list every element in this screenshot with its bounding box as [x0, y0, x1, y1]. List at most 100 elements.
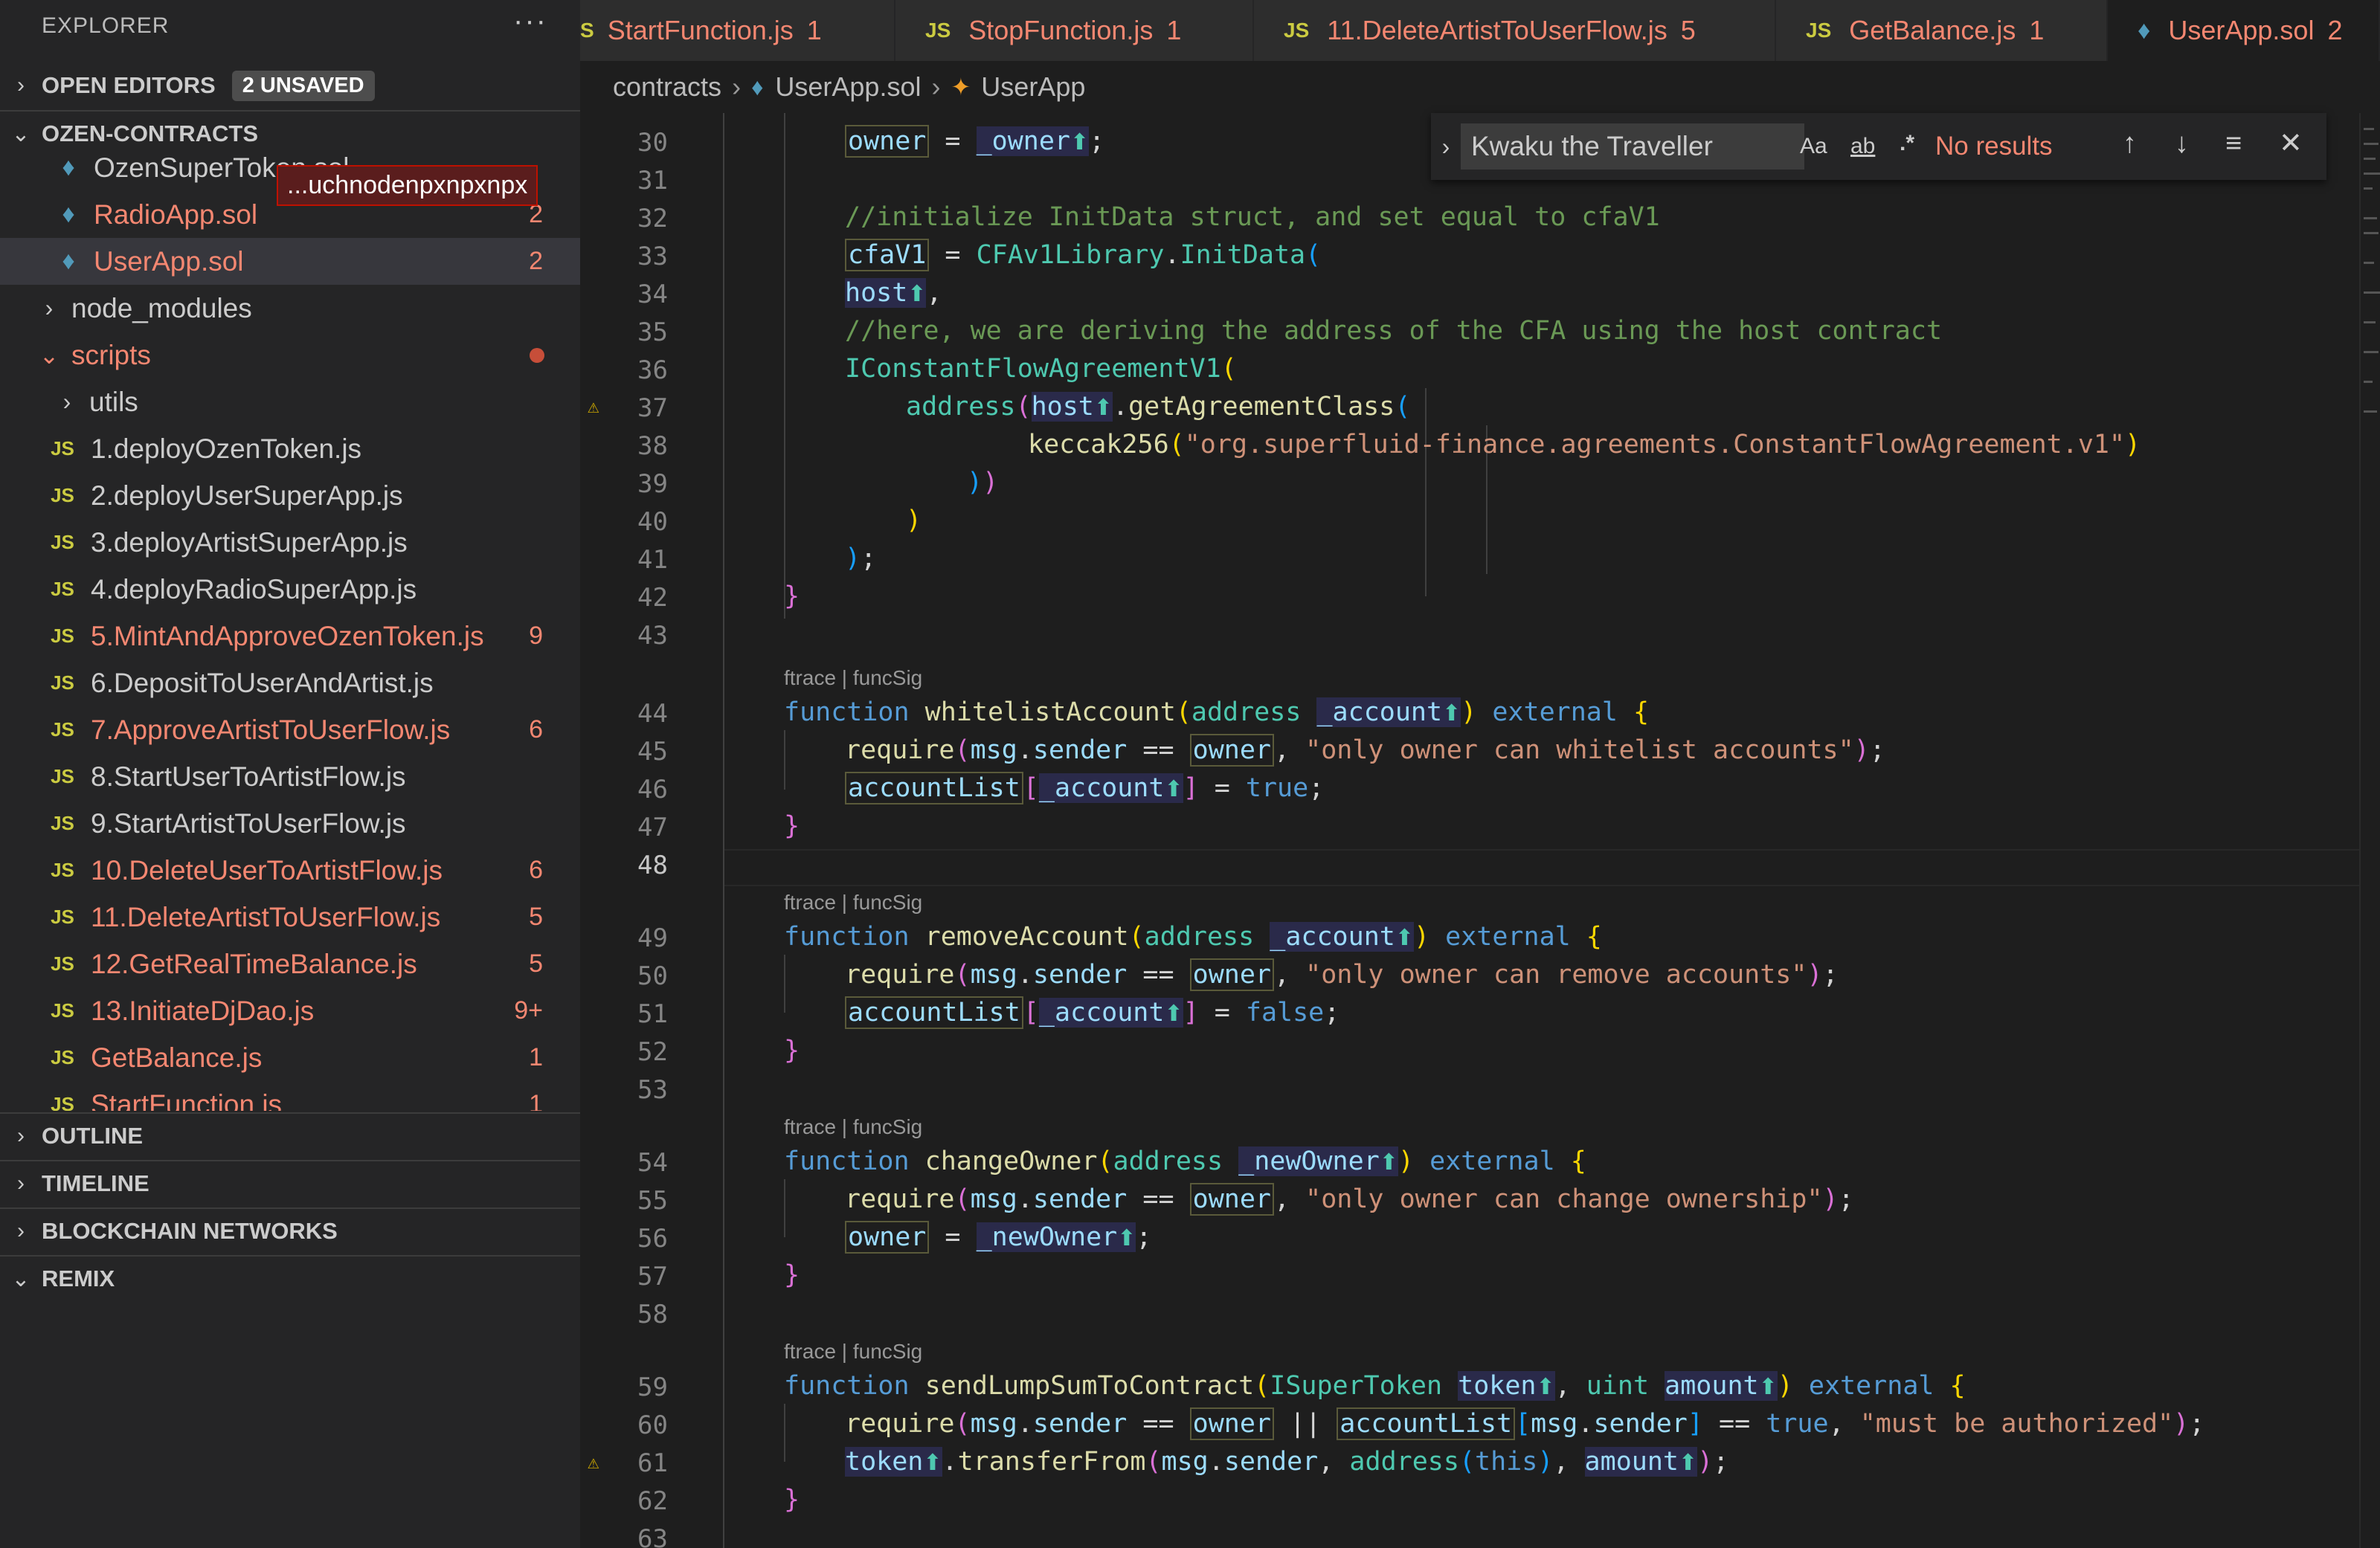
tab-deleteartisttouserflow[interactable]: JS 11.DeleteArtistToUserFlow.js 5	[1254, 0, 1776, 61]
codelens[interactable]: ftrace | funcSig	[784, 1115, 922, 1139]
file-tree: ♦ OzenSuperToken.sol ♦ RadioApp.sol 2 ♦ …	[0, 152, 580, 1111]
line-number: 46	[637, 775, 668, 804]
chevron-right-icon: ›	[732, 71, 742, 102]
tree-item[interactable]: JS 4.deployRadioSuperApp.js	[0, 566, 580, 613]
breadcrumb-folder[interactable]: contracts	[613, 71, 721, 103]
tab-stopfunction[interactable]: JS StopFunction.js 1	[895, 0, 1254, 61]
project-section[interactable]: ⌄ OZEN-CONTRACTS	[0, 110, 580, 156]
breadcrumb-file[interactable]: UserApp.sol	[775, 71, 921, 103]
line-number: 41	[637, 545, 668, 575]
tree-item[interactable]: JS 1.deployOzenToken.js	[0, 425, 580, 472]
code-line: require(msg.sender == owner, "only owner…	[845, 1183, 1854, 1216]
chevron-right-icon[interactable]: ›	[1431, 133, 1461, 161]
tree-item[interactable]: JS 8.StartUserToArtistFlow.js	[0, 753, 580, 800]
minimap[interactable]	[2359, 113, 2380, 1548]
code-line: //initialize InitData struct, and set eq…	[845, 202, 1660, 232]
timeline-section[interactable]: › TIMELINE	[0, 1160, 580, 1206]
code-line: function sendLumpSumToContract(ISuperTok…	[784, 1371, 1966, 1401]
javascript-file-icon: JS	[51, 859, 74, 881]
indent-guide	[723, 113, 724, 1548]
tree-folder[interactable]: ⌄ scripts	[0, 332, 580, 378]
code-line: owner = _owner⬆;	[845, 125, 1104, 158]
next-match-icon[interactable]: ↓	[2175, 128, 2189, 160]
tree-folder[interactable]: › node_modules	[0, 285, 580, 332]
line-number: 60	[637, 1410, 668, 1440]
tree-item[interactable]: JS 2.deployUserSuperApp.js	[0, 472, 580, 519]
more-actions-icon[interactable]: ···	[513, 4, 547, 38]
explorer-title: EXPLORER	[42, 13, 170, 38]
tab-startfunction[interactable]: S StartFunction.js 1	[580, 0, 895, 61]
codelens[interactable]: ftrace | funcSig	[784, 666, 922, 690]
codelens[interactable]: ftrace | funcSig	[784, 1340, 922, 1364]
tree-item[interactable]: JS 12.GetRealTimeBalance.js 5	[0, 941, 580, 987]
chevron-right-icon: ›	[931, 71, 941, 102]
tab-getbalance[interactable]: JS GetBalance.js 1	[1776, 0, 2108, 61]
line-number: 63	[637, 1524, 668, 1548]
warning-icon[interactable]: ⚠	[588, 396, 599, 418]
code-line: require(msg.sender == owner, "only owner…	[845, 734, 1885, 767]
line-number: 53	[637, 1075, 668, 1105]
javascript-file-icon: JS	[51, 765, 74, 787]
code-line: function whitelistAccount(address _accou…	[784, 697, 1650, 727]
remix-section[interactable]: ⌄ REMIX	[0, 1255, 580, 1301]
path-tooltip: ...uchnodenpxnpxnpx	[277, 165, 538, 206]
line-number: 52	[637, 1037, 668, 1067]
close-icon[interactable]: ✕	[2279, 126, 2303, 160]
javascript-file-icon: JS	[51, 1093, 74, 1111]
warning-icon[interactable]: ⚠	[588, 1451, 599, 1474]
find-result: No results	[1935, 132, 2053, 161]
javascript-file-icon: JS	[1806, 19, 1832, 42]
code-line: }	[784, 1260, 800, 1290]
tree-item[interactable]: JS 10.DeleteUserToArtistFlow.js 6	[0, 847, 580, 894]
open-editors-section[interactable]: › OPEN EDITORS 2 UNSAVED	[0, 62, 580, 109]
code-line: accountList [_account⬆] = true;	[845, 772, 1324, 804]
outline-section[interactable]: › OUTLINE	[0, 1112, 580, 1158]
tree-item-selected[interactable]: ♦ UserApp.sol 2	[0, 238, 580, 285]
code-line: );	[845, 544, 877, 573]
breadcrumb-symbol[interactable]: UserApp	[981, 71, 1085, 103]
tree-item[interactable]: JS 5.MintAndApproveOzenToken.js 9	[0, 613, 580, 659]
line-number: 32	[637, 204, 668, 233]
match-case-icon[interactable]: Aa	[1800, 134, 1827, 159]
javascript-file-icon: S	[580, 19, 594, 42]
tree-item[interactable]: JS 13.InitiateDjDao.js 9+	[0, 987, 580, 1034]
javascript-file-icon: JS	[51, 906, 74, 928]
tree-item[interactable]: JS 7.ApproveArtistToUserFlow.js 6	[0, 706, 580, 753]
use-regex-icon[interactable]: .*	[1900, 131, 1914, 156]
code-editor[interactable]: 30 31 32 33 34 35 36 37 38 39 40 41 42 4…	[580, 113, 2380, 1548]
tree-item[interactable]: JS 3.deployArtistSuperApp.js	[0, 519, 580, 566]
previous-match-icon[interactable]: ↑	[2123, 128, 2137, 160]
line-number: 44	[637, 699, 668, 729]
javascript-file-icon: JS	[51, 1046, 74, 1068]
tree-folder[interactable]: › utils	[0, 378, 580, 425]
tree-item[interactable]: JS 6.DepositToUserAndArtist.js	[0, 659, 580, 706]
tree-item[interactable]: JS 9.StartArtistToUserFlow.js	[0, 800, 580, 847]
match-whole-word-icon[interactable]: ab	[1850, 134, 1875, 159]
line-number: 58	[637, 1300, 668, 1329]
tree-item[interactable]: JS GetBalance.js 1	[0, 1034, 580, 1081]
code-line: token⬆.transferFrom(msg.sender, address(…	[845, 1447, 1729, 1477]
tab-userapp[interactable]: ♦ UserApp.sol 2	[2108, 0, 2380, 61]
codelens[interactable]: ftrace | funcSig	[784, 891, 922, 915]
code-line: cfaV1 = CFAv1Library.InitData(	[845, 239, 1321, 271]
solidity-file-icon: ♦	[62, 247, 75, 275]
line-number: 38	[637, 431, 668, 461]
line-number: 57	[637, 1262, 668, 1291]
line-number: 54	[637, 1148, 668, 1178]
find-in-selection-icon[interactable]: ≡	[2225, 128, 2242, 160]
unsaved-badge: 2 UNSAVED	[231, 70, 375, 101]
chevron-right-icon: ›	[17, 1171, 25, 1196]
find-input[interactable]: Kwaku the Traveller Aa ab .*	[1461, 123, 1914, 170]
line-number: 30	[637, 128, 668, 158]
solidity-file-icon: ♦	[62, 200, 75, 228]
line-number: 31	[637, 166, 668, 196]
blockchain-networks-section[interactable]: › BLOCKCHAIN NETWORKS	[0, 1207, 580, 1254]
tree-item[interactable]: JS 11.DeleteArtistToUserFlow.js 5	[0, 894, 580, 941]
tree-item[interactable]: JS StartFunction.js 1	[0, 1081, 580, 1112]
line-number: 42	[637, 583, 668, 613]
code-line: function changeOwner(address _newOwner⬆)…	[784, 1147, 1586, 1176]
line-number: 56	[637, 1224, 668, 1254]
code-line: //here, we are deriving the address of t…	[845, 316, 1943, 346]
chevron-right-icon: ›	[17, 1219, 25, 1243]
problem-count: 6	[529, 715, 543, 744]
